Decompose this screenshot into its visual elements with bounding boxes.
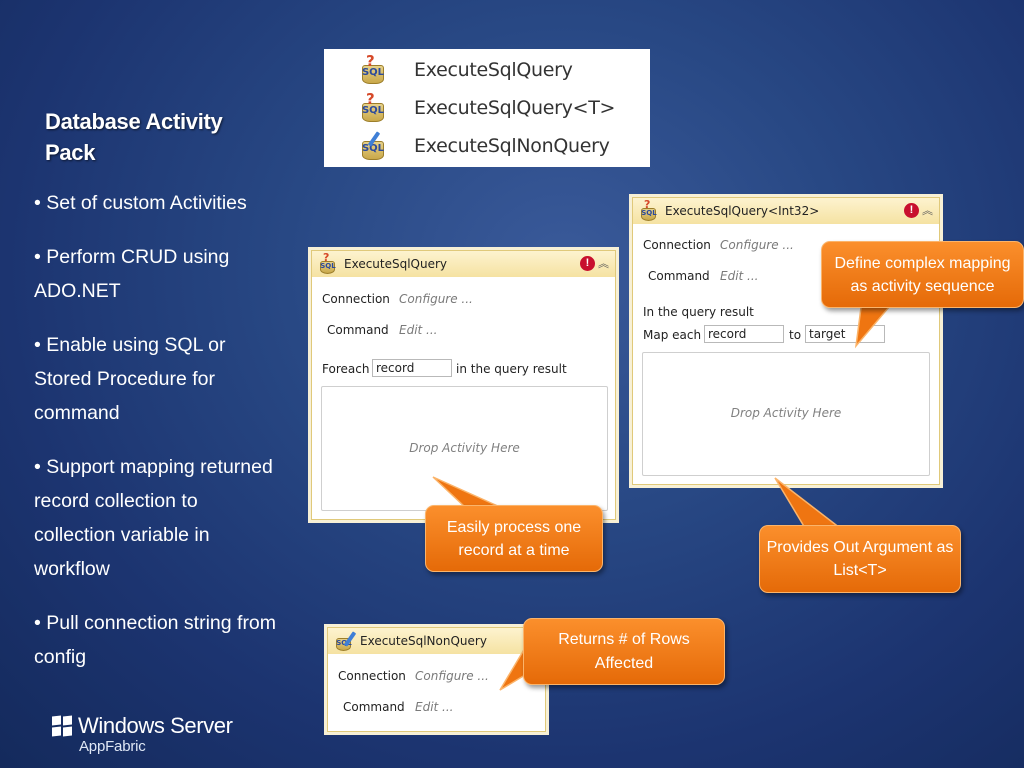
callout-define-mapping: Define complex mapping as activity seque…: [821, 241, 1024, 308]
sql-nonquery-icon: SQL: [334, 631, 357, 651]
bullet-item: Enable using SQL or Stored Procedure for…: [34, 328, 284, 430]
connection-label: Connection: [643, 238, 711, 252]
bullet-item: Set of custom Activities: [34, 186, 284, 220]
command-edit-link[interactable]: Edit ...: [720, 269, 759, 283]
bullet-item: Support mapping returned record collecti…: [34, 450, 284, 586]
command-label: Command: [648, 269, 710, 283]
toolbox-item-execute-sql-nonquery[interactable]: SQL ExecuteSqlNonQuery: [358, 129, 610, 163]
activity-header[interactable]: SQL? ExecuteSqlQuery<Int32> ! ︽: [633, 198, 939, 224]
callout-process-record: Easily process one record at a time: [425, 505, 603, 572]
drop-zone-text: Drop Activity Here: [730, 406, 842, 420]
callout-tail-out-argument: [774, 477, 843, 529]
error-icon[interactable]: !: [580, 256, 595, 271]
toolbox-item-label: ExecuteSqlNonQuery: [414, 135, 610, 157]
command-edit-link[interactable]: Edit ...: [415, 700, 454, 714]
drop-zone-text: Drop Activity Here: [409, 440, 520, 455]
sql-query-icon: SQL?: [358, 90, 388, 123]
toolbox-item-execute-sql-query[interactable]: SQL? ExecuteSqlQuery: [358, 52, 573, 87]
command-label: Command: [343, 700, 405, 714]
collapse-icon[interactable]: ︽: [598, 258, 609, 269]
foreach-label: Foreach: [322, 362, 370, 376]
activity-execute-sql-nonquery[interactable]: SQL ExecuteSqlNonQuery Connection Config…: [327, 627, 546, 732]
map-target-input[interactable]: target: [805, 325, 885, 343]
toolbox-item-label: ExecuteSqlQuery: [414, 59, 573, 81]
sql-query-icon: SQL?: [639, 198, 659, 221]
activity-header[interactable]: SQL ExecuteSqlNonQuery: [328, 628, 545, 654]
callout-out-argument: Provides Out Argument as List<T>: [759, 525, 961, 593]
windows-flag-icon: [52, 715, 72, 737]
collapse-icon[interactable]: ︽: [922, 205, 933, 216]
drop-activity-zone[interactable]: Drop Activity Here: [321, 386, 608, 511]
drop-activity-zone[interactable]: Drop Activity Here: [642, 352, 930, 476]
connection-label: Connection: [338, 669, 406, 683]
query-result-label: In the query result: [643, 305, 754, 319]
toolbox-item-execute-sql-query-t[interactable]: SQL? ExecuteSqlQuery<T>: [358, 90, 616, 125]
toolbox-item-label: ExecuteSqlQuery<T>: [414, 97, 616, 119]
sql-query-icon: SQL?: [318, 251, 338, 274]
bullet-item: Pull connection string from config: [34, 606, 284, 674]
activity-title: ExecuteSqlQuery<Int32>: [665, 204, 820, 218]
connection-configure-link[interactable]: Configure ...: [399, 292, 473, 306]
logo-main-text: Windows Server: [78, 713, 233, 738]
command-edit-link[interactable]: Edit ...: [399, 323, 438, 337]
bullet-list: Set of custom Activities Perform CRUD us…: [34, 186, 284, 694]
map-record-input[interactable]: record: [704, 325, 784, 343]
activity-header[interactable]: SQL? ExecuteSqlQuery ! ︽: [312, 251, 615, 277]
command-label: Command: [327, 323, 389, 337]
foreach-suffix-label: in the query result: [456, 362, 567, 376]
logo-sub-text: AppFabric: [79, 738, 146, 755]
windows-server-appfabric-logo: Windows Server AppFabric: [52, 713, 252, 762]
toolbox-palette: SQL? ExecuteSqlQuery SQL? ExecuteSqlQuer…: [324, 49, 650, 167]
connection-configure-link[interactable]: Configure ...: [415, 669, 489, 683]
connection-label: Connection: [322, 292, 390, 306]
foreach-record-input[interactable]: record: [372, 359, 452, 377]
sql-nonquery-icon: SQL: [358, 131, 388, 161]
activity-title: ExecuteSqlNonQuery: [360, 634, 487, 648]
error-icon[interactable]: !: [904, 203, 919, 218]
to-label: to: [789, 328, 802, 342]
activity-execute-sql-query[interactable]: SQL? ExecuteSqlQuery ! ︽ Connection Conf…: [311, 250, 616, 520]
bullet-item: Perform CRUD using ADO.NET: [34, 240, 284, 308]
activity-title: ExecuteSqlQuery: [344, 257, 448, 271]
callout-rows-affected: Returns # of Rows Affected: [523, 618, 725, 685]
connection-configure-link[interactable]: Configure ...: [720, 238, 794, 252]
slide-title: Database Activity Pack: [45, 109, 223, 165]
map-each-label: Map each: [643, 328, 702, 342]
sql-query-icon: SQL?: [358, 52, 388, 85]
